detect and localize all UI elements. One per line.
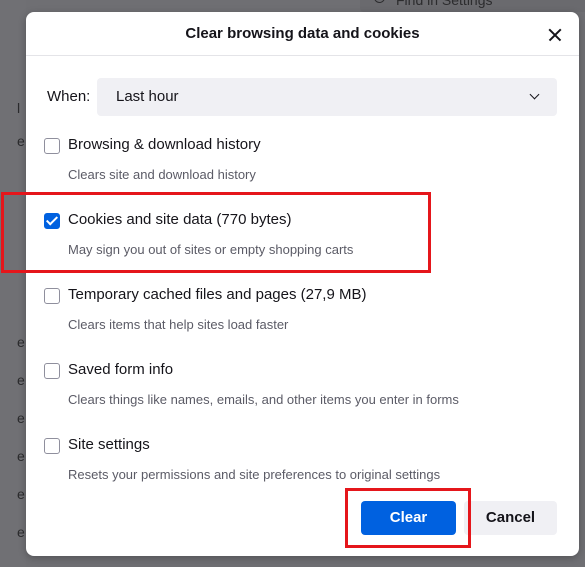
time-range-select[interactable]: Last hour	[97, 78, 557, 116]
option-description: Clears items that help sites load faster	[68, 317, 289, 332]
site-settings-checkbox[interactable]	[44, 438, 60, 454]
background-text-fragment: e	[17, 133, 25, 149]
browsing-history-checkbox[interactable]	[44, 138, 60, 154]
option-cache: Temporary cached files and pages (27,9 M…	[26, 286, 579, 348]
dialog-header: Clear browsing data and cookies	[26, 12, 579, 52]
option-site-settings: Site settings Resets your permissions an…	[26, 436, 579, 498]
dialog-title: Clear browsing data and cookies	[185, 25, 420, 42]
settings-search-placeholder: Find in Settings	[396, 0, 493, 8]
settings-search-input[interactable]: Find in Settings	[360, 0, 585, 12]
option-description: Clears things like names, emails, and ot…	[68, 392, 459, 407]
option-description: Resets your permissions and site prefere…	[68, 467, 441, 482]
background-text-fragment: e	[17, 410, 25, 426]
settings-sidebar	[0, 0, 26, 567]
background-text-fragment: e	[17, 372, 25, 388]
option-browsing-history: Browsing & download history Clears site …	[26, 136, 579, 198]
background-text-fragment: e	[17, 448, 25, 464]
cache-checkbox[interactable]	[44, 288, 60, 304]
close-icon[interactable]	[541, 21, 569, 49]
background-text-fragment: e	[17, 486, 25, 502]
cancel-button[interactable]: Cancel	[464, 501, 557, 535]
search-icon	[374, 0, 385, 3]
option-label[interactable]: Temporary cached files and pages (27,9 M…	[68, 286, 366, 303]
option-description: Clears site and download history	[68, 167, 256, 182]
form-info-checkbox[interactable]	[44, 363, 60, 379]
option-label[interactable]: Saved form info	[68, 361, 173, 378]
option-label[interactable]: Browsing & download history	[68, 136, 261, 153]
header-divider	[26, 55, 579, 56]
time-range-value: Last hour	[116, 88, 179, 105]
background-text-fragment: e	[17, 524, 25, 540]
when-label: When:	[47, 88, 91, 105]
background-text-fragment: l	[17, 100, 21, 116]
chevron-down-icon	[529, 89, 540, 100]
clear-highlight-box	[345, 488, 471, 548]
background-text-fragment: e	[17, 334, 25, 350]
option-label[interactable]: Site settings	[68, 436, 150, 453]
clear-data-dialog: Clear browsing data and cookies When: La…	[26, 12, 579, 556]
cookies-highlight-box	[1, 192, 431, 273]
option-form-info: Saved form info Clears things like names…	[26, 361, 579, 423]
